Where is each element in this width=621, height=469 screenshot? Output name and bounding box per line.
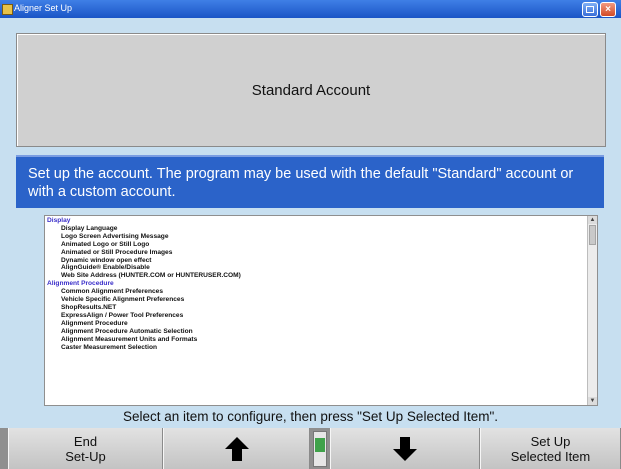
arrow-up-icon bbox=[224, 436, 249, 461]
list-item[interactable]: Caster Measurement Selection bbox=[47, 344, 587, 352]
scroll-thumb[interactable] bbox=[589, 225, 596, 245]
scroll-down-icon[interactable]: ▼ bbox=[588, 397, 597, 405]
list-item[interactable]: Alignment Procedure Automatic Selection bbox=[47, 328, 587, 336]
list-category[interactable]: Display bbox=[47, 217, 587, 225]
end-setup-label-1: End bbox=[73, 433, 98, 449]
instruction-panel: Set up the account. The program may be u… bbox=[16, 155, 604, 208]
close-button[interactable]: × bbox=[600, 2, 616, 17]
list-item[interactable]: Common Alignment Preferences bbox=[47, 288, 587, 296]
restore-icon bbox=[586, 6, 594, 13]
list-items: Display Display Language Logo Screen Adver… bbox=[47, 217, 587, 351]
setup-selected-item-button[interactable]: Set Up Selected Item bbox=[480, 428, 621, 469]
selection-hint: Select an item to configure, then press … bbox=[122, 409, 499, 424]
account-panel: Standard Account bbox=[16, 33, 606, 147]
position-indicator bbox=[313, 431, 327, 467]
list-item[interactable]: AlignGuide® Enable/Disable bbox=[47, 264, 587, 272]
indicator-fill bbox=[315, 438, 325, 452]
app-icon bbox=[2, 4, 13, 15]
list-item[interactable]: Logo Screen Advertising Message bbox=[47, 233, 587, 241]
close-icon: × bbox=[605, 3, 611, 15]
list-category[interactable]: Alignment Procedure bbox=[47, 280, 587, 288]
scroll-up-icon[interactable]: ▲ bbox=[588, 216, 597, 224]
end-setup-label-2: Set-Up bbox=[65, 448, 106, 464]
move-up-button[interactable] bbox=[163, 428, 310, 469]
list-item[interactable]: Display Language bbox=[47, 225, 587, 233]
list-item[interactable]: Animated Logo or Still Logo bbox=[47, 241, 587, 249]
list-item[interactable]: Animated or Still Procedure Images bbox=[47, 249, 587, 257]
list-item[interactable]: Vehicle Specific Alignment Preferences bbox=[47, 296, 587, 304]
title-bar: Aligner Set Up × bbox=[0, 0, 621, 18]
setup-selected-label-1: Set Up bbox=[530, 433, 571, 449]
list-scrollbar[interactable]: ▲ ▼ bbox=[587, 216, 597, 405]
end-setup-button[interactable]: End Set-Up bbox=[8, 428, 163, 469]
list-item[interactable]: ExpressAlign / Power Tool Preferences bbox=[47, 312, 587, 320]
instruction-text: Set up the account. The program may be u… bbox=[28, 166, 574, 200]
setup-item-list[interactable]: Display Display Language Logo Screen Adver… bbox=[44, 215, 598, 406]
restore-button[interactable] bbox=[582, 2, 598, 17]
arrow-down-icon bbox=[393, 436, 417, 461]
window-title: Aligner Set Up bbox=[14, 3, 73, 13]
list-item[interactable]: ShopResults.NET bbox=[47, 304, 587, 312]
list-item[interactable]: Alignment Procedure bbox=[47, 320, 587, 328]
setup-selected-label-2: Selected Item bbox=[510, 448, 591, 464]
move-down-button[interactable] bbox=[330, 428, 480, 469]
account-title: Standard Account bbox=[251, 81, 371, 99]
list-item[interactable]: Web Site Address (HUNTER.COM or HUNTERUS… bbox=[47, 272, 587, 280]
list-item[interactable]: Alignment Measurement Units and Formats bbox=[47, 336, 587, 344]
